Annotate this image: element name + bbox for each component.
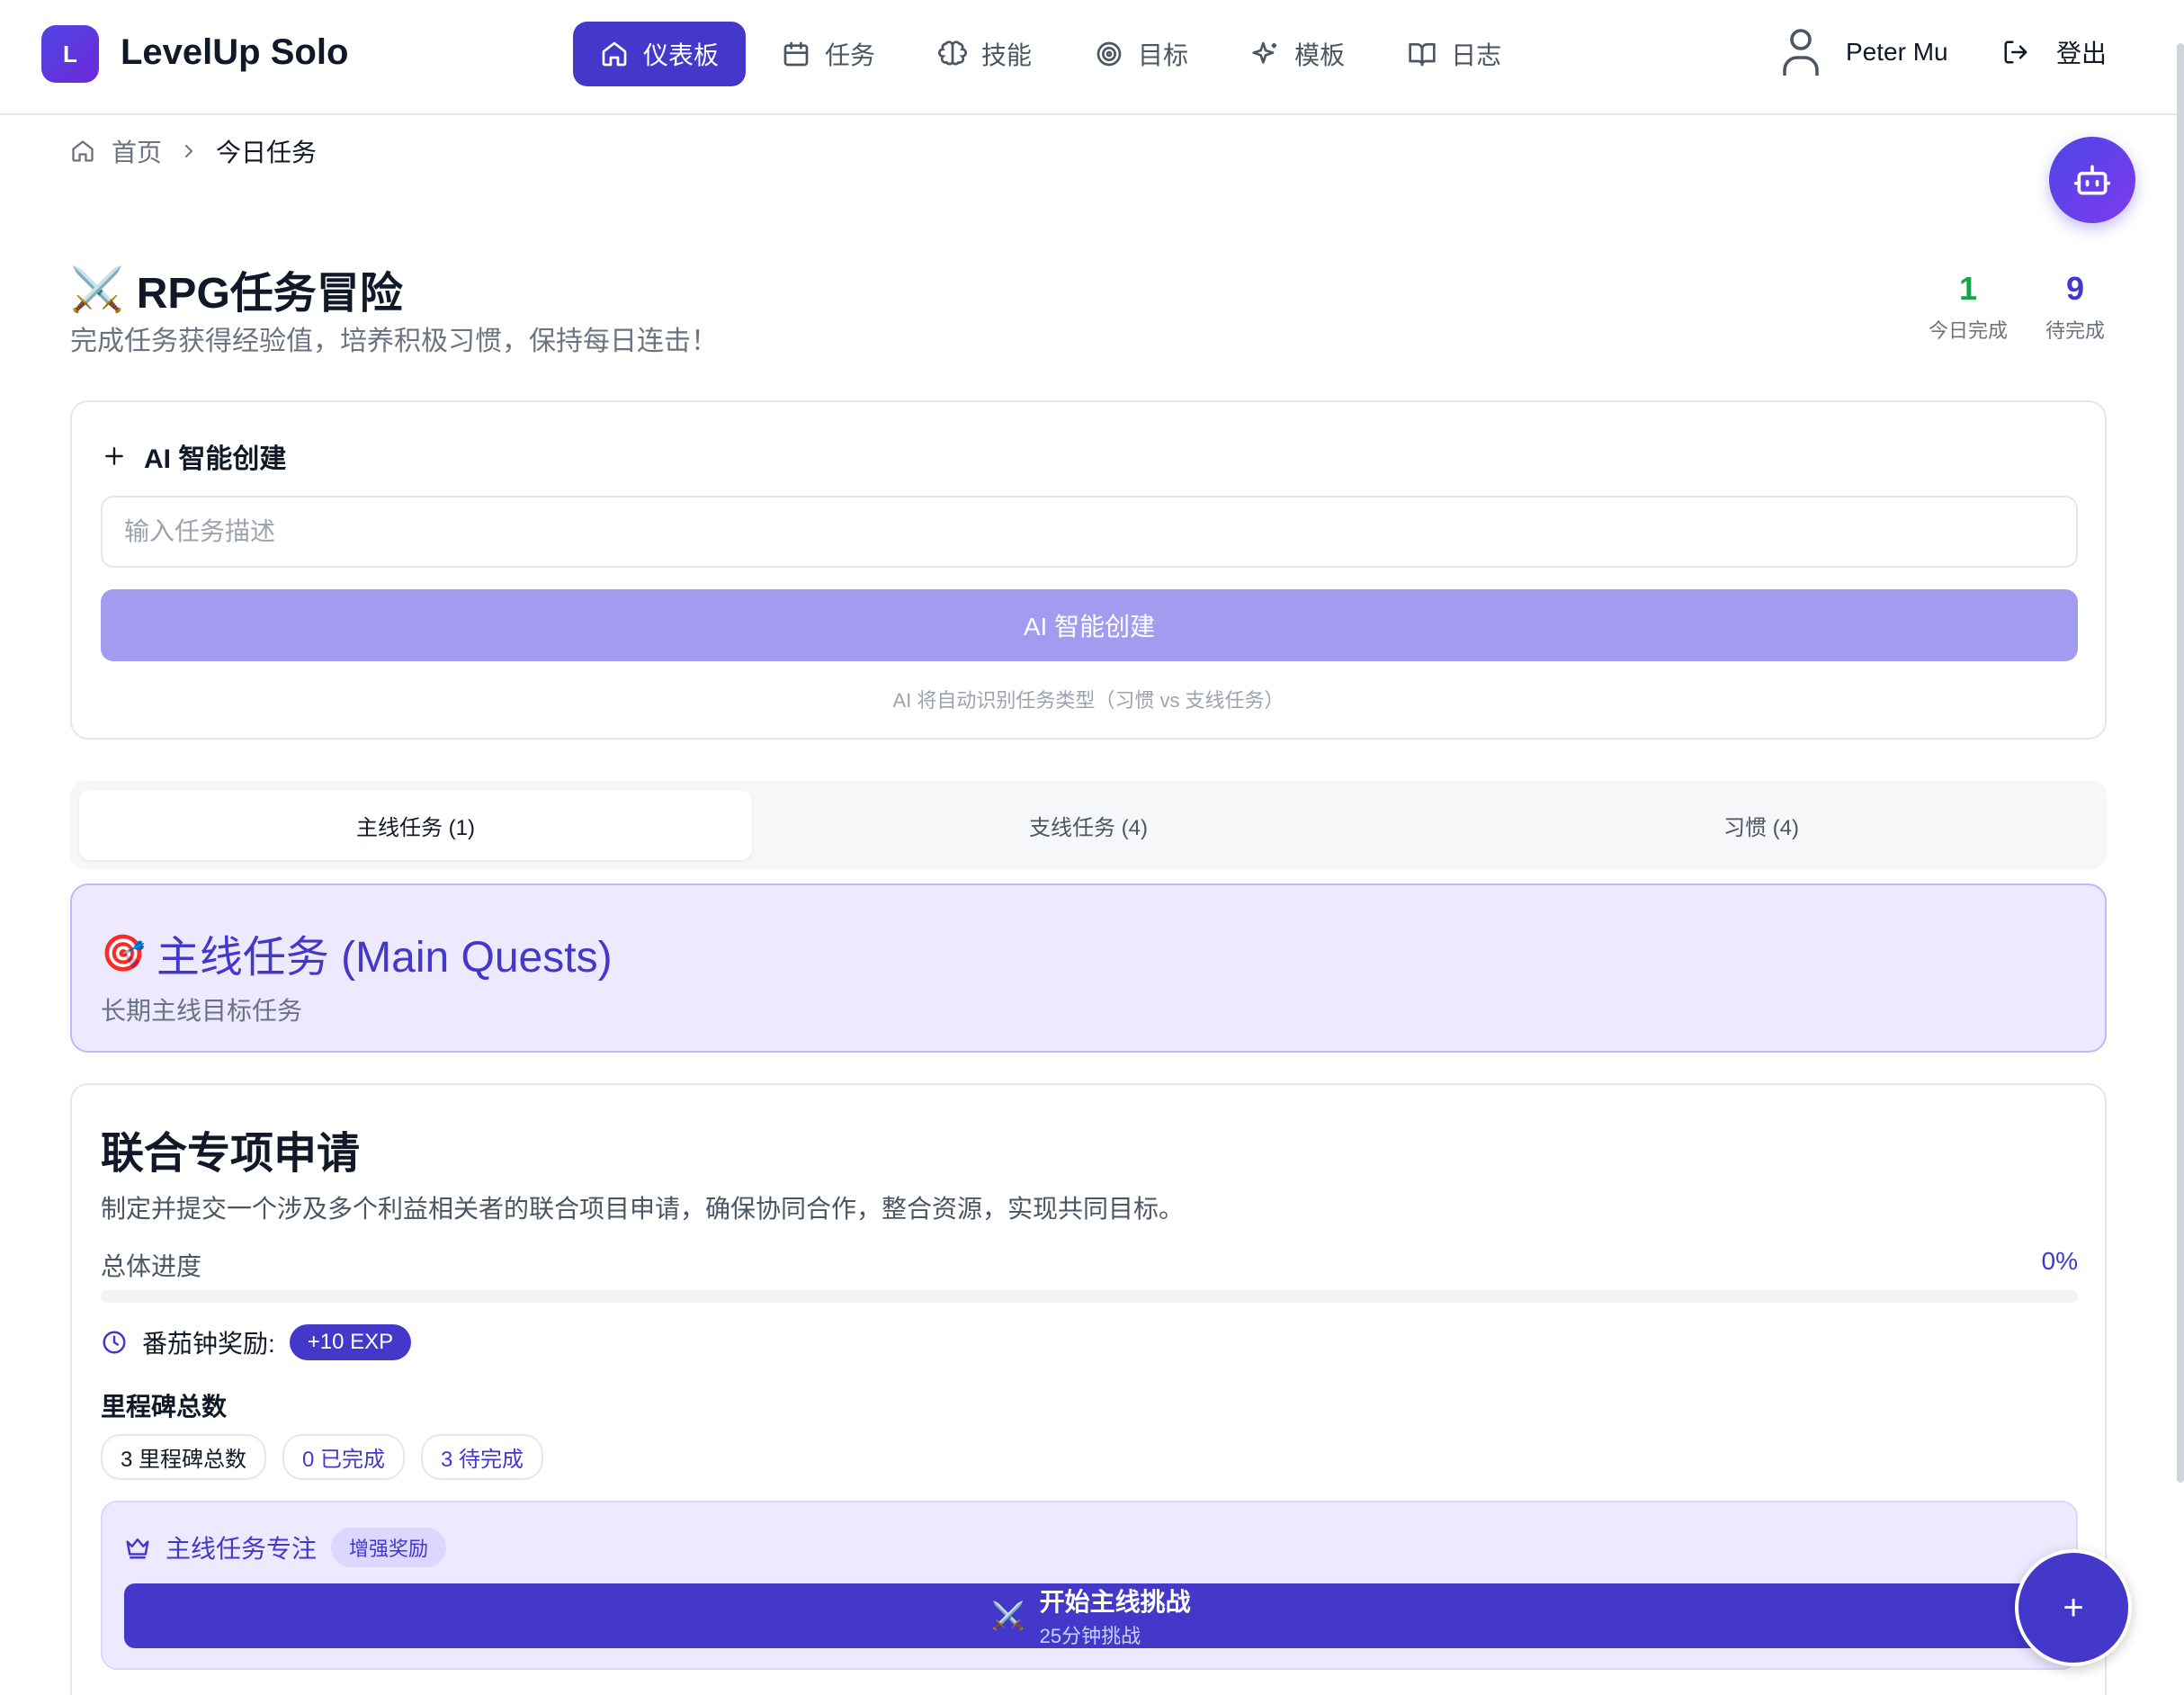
swords-icon: ⚔️ bbox=[991, 1601, 1025, 1631]
logo-letter: L bbox=[63, 40, 77, 67]
calendar-icon bbox=[783, 41, 809, 67]
pomodoro-label: 番茄钟奖励: bbox=[142, 1330, 275, 1358]
main-quest-focus-panel: 主线任务专注 增强奖励 ⚔️ 开始主线挑战 25分钟挑战 bbox=[101, 1501, 2078, 1670]
stat-label: 今日完成 bbox=[1928, 319, 2008, 342]
breadcrumb-home-label: 首页 bbox=[112, 139, 163, 166]
milestone-stats: 3 里程碑总数 0 已完成 3 待完成 bbox=[101, 1434, 544, 1480]
main-quests-banner: 🎯 主线任务 (Main Quests) 长期主线目标任务 bbox=[70, 883, 2107, 1053]
nav-label: 任务 bbox=[825, 41, 876, 69]
logout-icon bbox=[2004, 40, 2027, 64]
stat-label: 待完成 bbox=[2045, 319, 2105, 342]
pomodoro-reward: 番茄钟奖励: +10 EXP bbox=[101, 1324, 412, 1360]
page-title: ⚔️ RPG任务冒险 bbox=[70, 257, 403, 320]
nav-goals[interactable]: 目标 bbox=[1068, 22, 1215, 86]
app-name[interactable]: LevelUp Solo bbox=[121, 32, 348, 73]
main-quests-title-text: 主线任务 (Main Quests) bbox=[156, 934, 613, 982]
target-emoji-icon: 🎯 bbox=[101, 933, 146, 973]
quest-card[interactable]: 联合专项申请 制定并提交一个涉及多个利益相关者的联合项目申请，确保协同合作，整合… bbox=[70, 1083, 2107, 1695]
home-icon bbox=[72, 140, 94, 162]
exp-badge: +10 EXP bbox=[289, 1324, 412, 1360]
start-button-sublabel: 25分钟挑战 bbox=[1039, 1625, 1141, 1647]
nav-tasks[interactable]: 任务 bbox=[755, 22, 902, 86]
milestones-pending-badge: 3 待完成 bbox=[421, 1434, 544, 1480]
ai-create-card: AI 智能创建 AI 智能创建 AI 将自动识别任务类型（习惯 vs 支线任务） bbox=[70, 400, 2107, 740]
app-logo[interactable]: L bbox=[41, 25, 99, 83]
ai-create-title: AI 智能创建 bbox=[144, 444, 287, 474]
nav-label: 技能 bbox=[981, 41, 1033, 69]
ai-create-button[interactable]: AI 智能创建 bbox=[101, 589, 2078, 661]
target-icon bbox=[1096, 41, 1122, 67]
bot-icon bbox=[2073, 165, 2111, 195]
milestones-total-badge: 3 里程碑总数 bbox=[101, 1434, 267, 1480]
milestones-done-badge: 0 已完成 bbox=[282, 1434, 406, 1480]
quest-tabs: 主线任务 (1) 支线任务 (4) 习惯 (4) bbox=[70, 781, 2107, 869]
clock-icon bbox=[103, 1331, 126, 1354]
progress-bar bbox=[101, 1290, 2078, 1303]
tab-side-quests[interactable]: 支线任务 (4) bbox=[752, 790, 1425, 860]
progress-label: 总体进度 bbox=[101, 1252, 202, 1280]
nav-label: 目标 bbox=[1138, 41, 1189, 69]
stat-value: 1 bbox=[1958, 270, 1978, 307]
stat-value: 9 bbox=[2065, 270, 2085, 307]
top-nav: L LevelUp Solo 仪表板 任务 技能 目标 模板 日志 Peter bbox=[0, 0, 2184, 115]
page-scrollbar[interactable] bbox=[2177, 43, 2184, 1483]
nav-label: 仪表板 bbox=[643, 41, 720, 69]
nav-label: 日志 bbox=[1451, 41, 1502, 69]
start-button-label: 开始主线挑战 bbox=[1039, 1588, 1191, 1616]
ai-create-hint: AI 将自动识别任务类型（习惯 vs 支线任务） bbox=[892, 689, 1284, 712]
nav-links: 仪表板 任务 技能 目标 模板 日志 bbox=[573, 22, 1528, 86]
tab-main-quests[interactable]: 主线任务 (1) bbox=[79, 790, 752, 860]
nav-templates[interactable]: 模板 bbox=[1224, 22, 1372, 86]
crown-icon bbox=[126, 1538, 149, 1559]
user-icon bbox=[1783, 29, 1819, 76]
breadcrumb-current: 今日任务 bbox=[216, 139, 318, 166]
quest-description: 制定并提交一个涉及多个利益相关者的联合项目申请，确保协同合作，整合资源，实现共同… bbox=[101, 1195, 1185, 1223]
main-quests-title: 🎯 主线任务 (Main Quests) bbox=[101, 921, 613, 984]
stat-pending: 9 待完成 bbox=[2035, 270, 2116, 344]
tab-habits[interactable]: 习惯 (4) bbox=[1425, 790, 2098, 860]
nav-dashboard[interactable]: 仪表板 bbox=[573, 22, 747, 86]
focus-header: 主线任务专注 增强奖励 bbox=[124, 1528, 447, 1567]
sparkles-icon bbox=[1252, 41, 1277, 64]
focus-title: 主线任务专注 bbox=[166, 1535, 318, 1563]
main-quests-subtitle: 长期主线目标任务 bbox=[101, 997, 303, 1025]
logout-button[interactable]: 登出 bbox=[2002, 34, 2107, 70]
swords-icon: ⚔️ bbox=[70, 265, 124, 314]
milestones-title: 里程碑总数 bbox=[101, 1393, 228, 1421]
user-menu[interactable]: Peter Mu bbox=[1779, 27, 1948, 77]
nav-skills[interactable]: 技能 bbox=[911, 22, 1059, 86]
ai-assistant-button[interactable] bbox=[2049, 137, 2135, 223]
breadcrumb-home[interactable]: 首页 bbox=[70, 133, 162, 169]
page-title-text: RPG任务冒险 bbox=[136, 270, 403, 318]
home-icon bbox=[602, 41, 627, 67]
start-main-challenge-button[interactable]: ⚔️ 开始主线挑战 25分钟挑战 bbox=[124, 1583, 2058, 1648]
user-name: Peter Mu bbox=[1846, 38, 1948, 66]
breadcrumb: 首页 今日任务 bbox=[70, 133, 317, 169]
page-subtitle: 完成任务获得经验值，培养积极习惯，保持每日连击！ bbox=[70, 327, 718, 356]
plus-icon bbox=[105, 447, 123, 465]
logout-label: 登出 bbox=[2056, 40, 2108, 67]
book-icon bbox=[1409, 43, 1436, 67]
brain-icon bbox=[938, 40, 968, 66]
nav-journal[interactable]: 日志 bbox=[1381, 22, 1528, 86]
progress-value: 0% bbox=[2041, 1247, 2078, 1275]
chevron-right-icon bbox=[185, 145, 193, 157]
start-button-text: 开始主线挑战 25分钟挑战 bbox=[1040, 1583, 1191, 1649]
boost-badge: 增强奖励 bbox=[331, 1528, 447, 1567]
task-description-input[interactable] bbox=[101, 496, 2078, 568]
stat-completed-today: 1 今日完成 bbox=[1925, 270, 2011, 344]
quest-title: 联合专项申请 bbox=[101, 1130, 361, 1178]
ai-create-header: AI 智能创建 bbox=[103, 436, 286, 476]
add-task-fab[interactable]: + bbox=[2015, 1549, 2132, 1666]
nav-label: 模板 bbox=[1294, 41, 1346, 69]
